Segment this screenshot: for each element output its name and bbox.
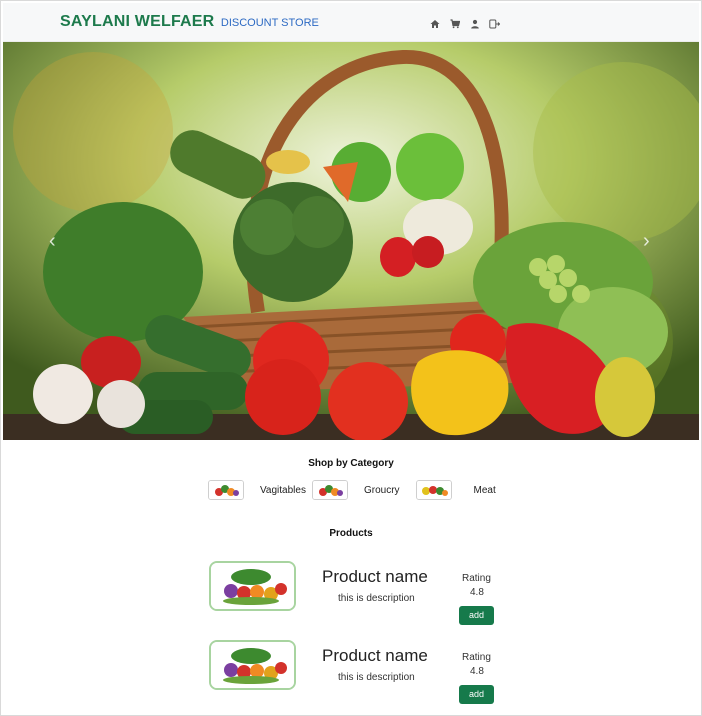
brand-name: SAYLANI WELFAER — [60, 13, 215, 30]
category-label-meat[interactable]: Meat — [474, 485, 496, 496]
product-description: this is description — [338, 593, 415, 604]
category-image-groucry[interactable] — [311, 480, 348, 500]
add-to-cart-button[interactable]: add — [459, 606, 494, 625]
navbar: SAYLANI WELFAER DISCOUNT STORE — [3, 3, 699, 42]
hero-carousel: ‹ › — [3, 42, 699, 440]
nav-icons — [429, 18, 500, 29]
brand-logo[interactable]: SAYLANI WELFAER DISCOUNT STORE — [60, 13, 319, 31]
vegetable-basket-image — [3, 42, 699, 440]
product-rating-label: Rating — [462, 652, 491, 663]
category-list: Vagitables Groucry Meat — [208, 480, 496, 500]
product-name: Product name — [322, 567, 428, 586]
category-image-meat[interactable] — [415, 480, 452, 500]
brand-tagline: DISCOUNT STORE — [220, 17, 319, 29]
product-card: Product name this is description Rating … — [209, 640, 509, 704]
product-rating: 4.8 — [470, 666, 484, 677]
user-icon[interactable] — [469, 18, 480, 29]
products-section-title: Products — [329, 528, 373, 539]
product-rating-label: Rating — [462, 573, 491, 584]
add-to-cart-button[interactable]: add — [459, 685, 494, 704]
product-image[interactable] — [209, 561, 296, 611]
category-label-vagitables[interactable]: Vagitables — [260, 485, 306, 496]
category-image-vagitables[interactable] — [208, 480, 244, 500]
category-label-groucry[interactable]: Groucry — [364, 485, 400, 496]
category-section-title: Shop by Category — [308, 458, 394, 469]
product-description: this is description — [338, 672, 415, 683]
cart-icon[interactable] — [449, 18, 460, 29]
carousel-next-icon[interactable]: › — [643, 230, 650, 253]
product-card: Product name this is description Rating … — [209, 561, 509, 625]
home-icon[interactable] — [429, 18, 440, 29]
product-name: Product name — [322, 646, 428, 665]
logout-icon[interactable] — [489, 18, 500, 29]
product-rating: 4.8 — [470, 587, 484, 598]
carousel-prev-icon[interactable]: ‹ — [49, 230, 56, 253]
product-image[interactable] — [209, 640, 296, 690]
